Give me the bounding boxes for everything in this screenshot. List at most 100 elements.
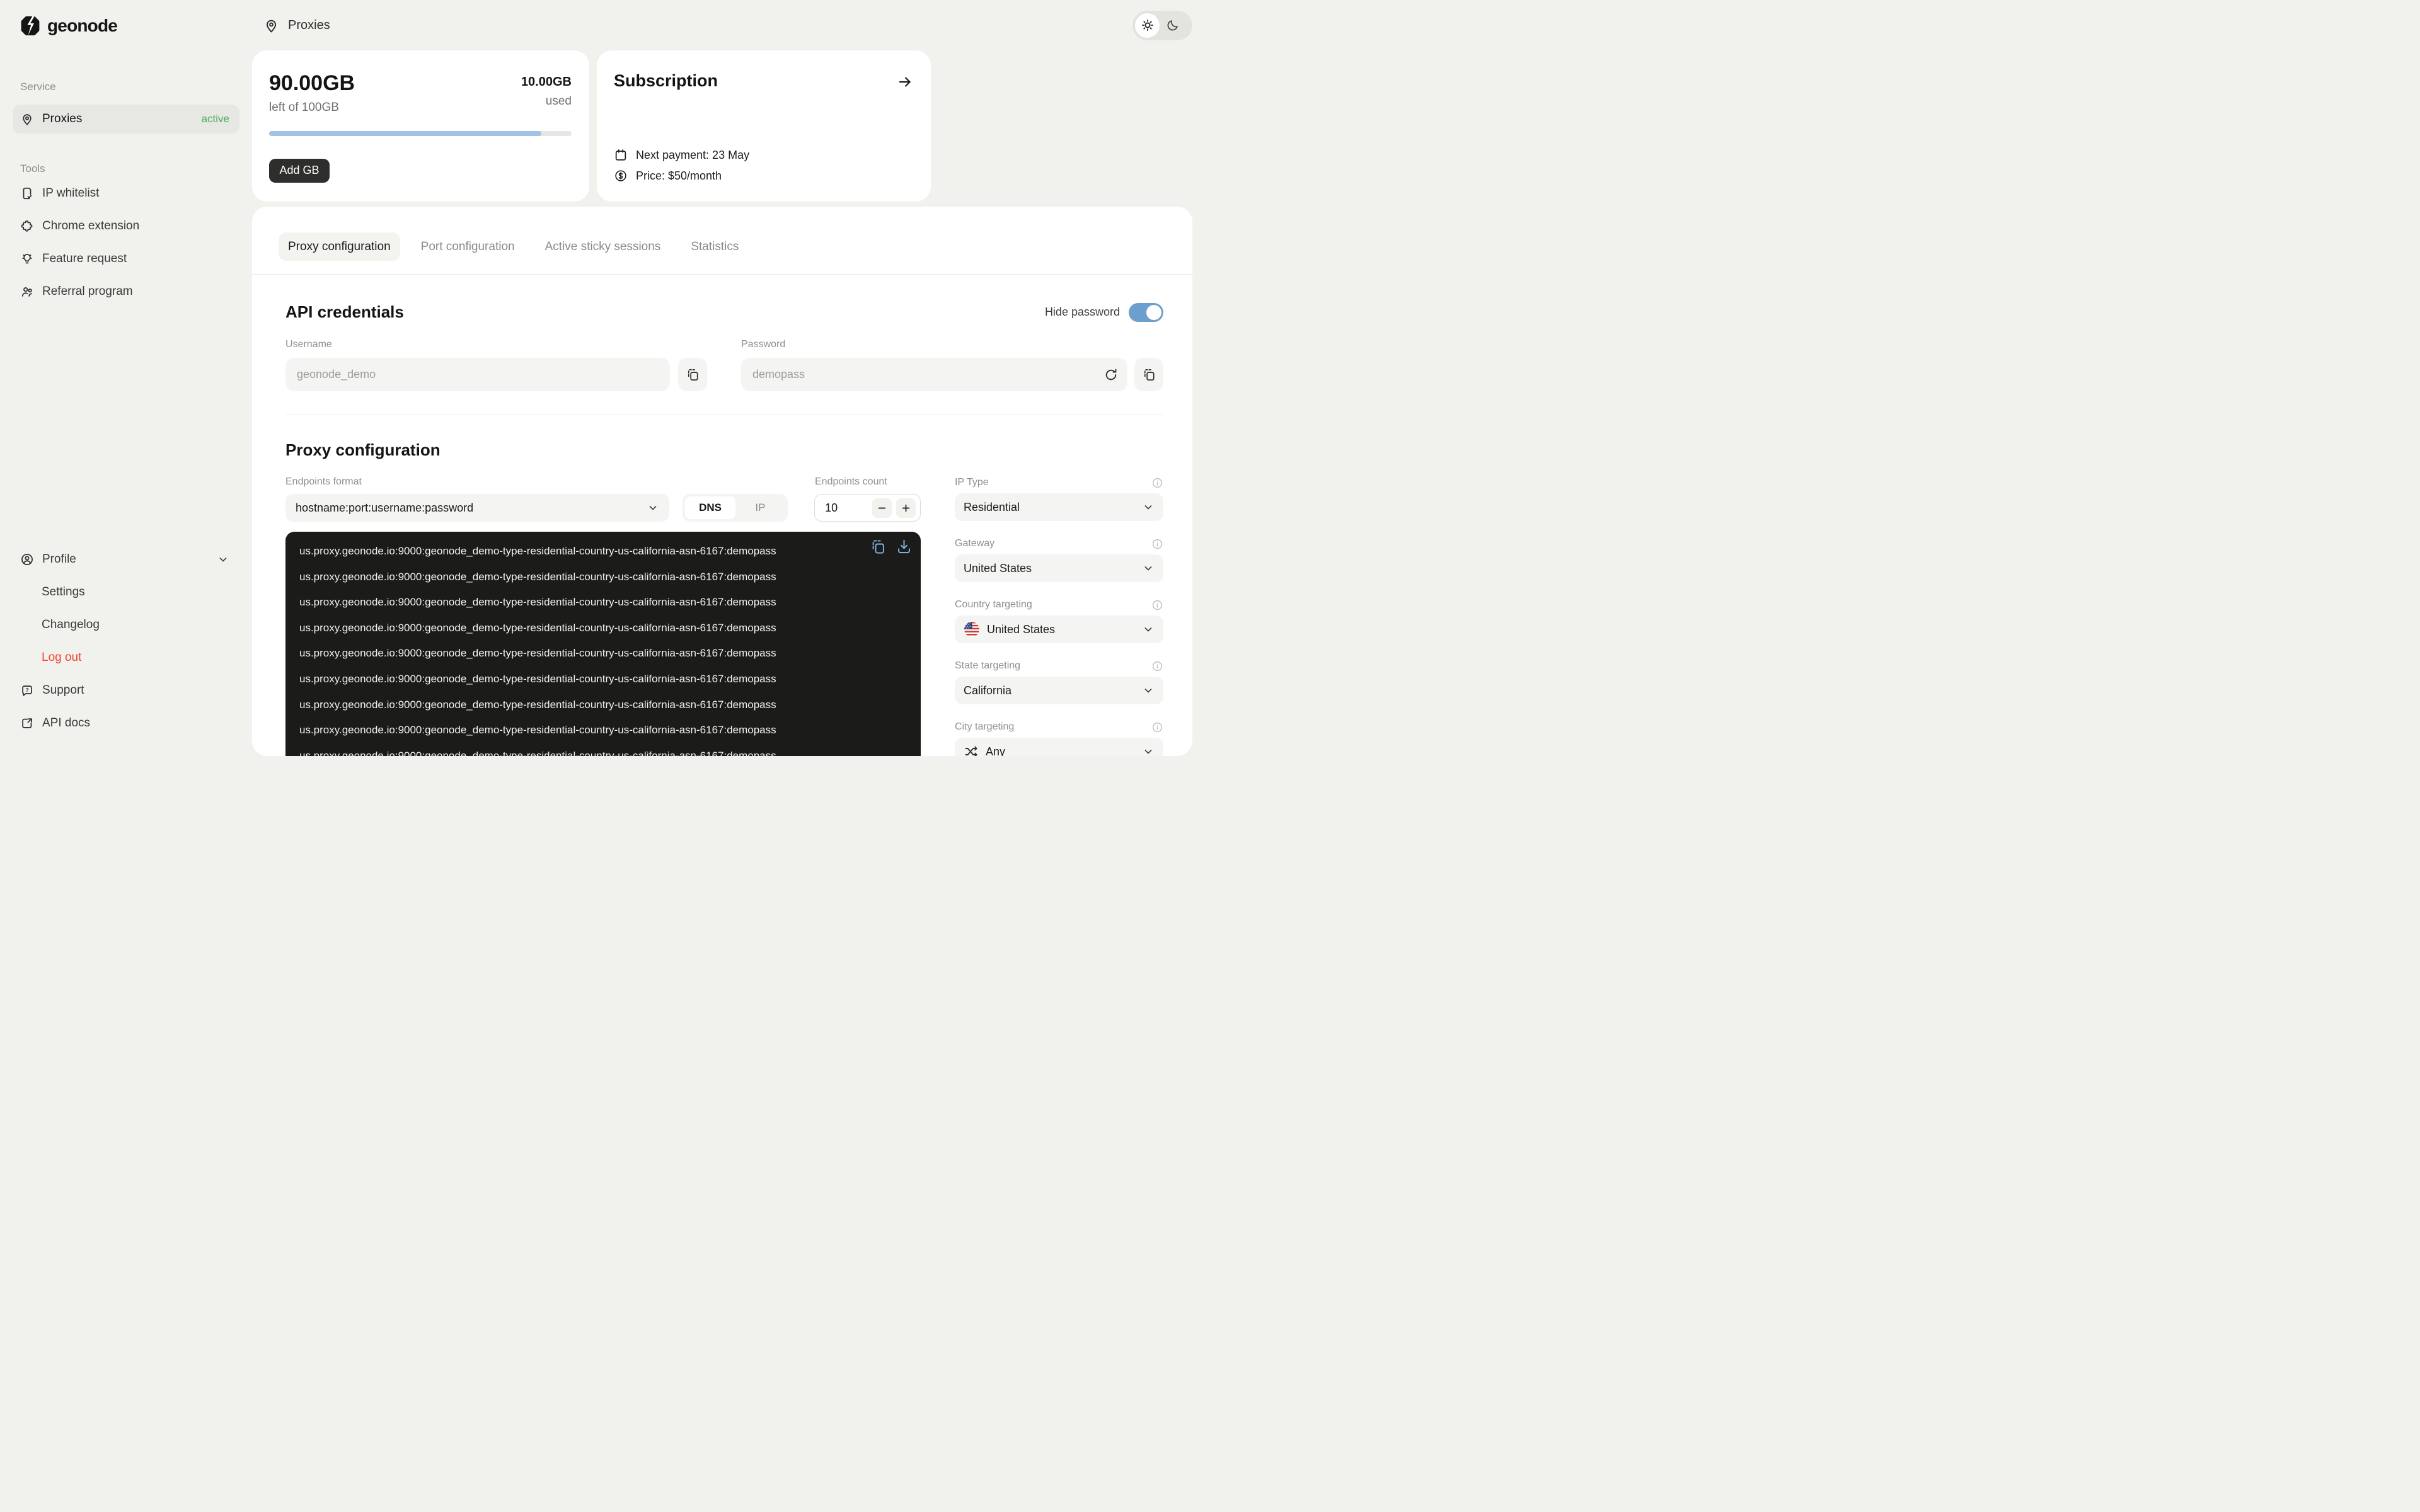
regenerate-password-icon[interactable] — [1103, 367, 1119, 382]
proxy-line: us.proxy.geonode.io:9000:geonode_demo-ty… — [299, 743, 845, 756]
svg-text:?: ? — [25, 687, 28, 693]
download-endpoints-icon[interactable] — [896, 538, 913, 555]
hide-password-toggle[interactable] — [1129, 303, 1163, 322]
remaining-caption: left of 100GB — [269, 101, 355, 115]
proxy-line: us.proxy.geonode.io:9000:geonode_demo-ty… — [299, 667, 845, 692]
add-gb-button[interactable]: Add GB — [269, 159, 330, 183]
proxy-line: us.proxy.geonode.io:9000:geonode_demo-ty… — [299, 718, 845, 743]
tab-active-sticky-sessions[interactable]: Active sticky sessions — [536, 232, 671, 261]
tab-bar: Proxy configuration Port configuration A… — [252, 207, 1192, 261]
info-icon[interactable] — [1151, 721, 1163, 733]
toggle-knob — [1146, 305, 1161, 320]
protocol-option-dns[interactable]: DNS — [685, 496, 735, 519]
country-targeting-select[interactable]: United States — [955, 616, 1163, 643]
sidebar-item-label: Changelog — [42, 618, 100, 632]
proxy-line: us.proxy.geonode.io:9000:geonode_demo-ty… — [299, 539, 845, 564]
usage-progress-bar — [269, 131, 572, 136]
topbar: Proxies — [252, 0, 1192, 50]
sidebar-item-chrome-extension[interactable]: Chrome extension — [13, 212, 239, 241]
endpoints-count-stepper: 10 — [814, 494, 921, 522]
endpoints-count-value: 10 — [825, 501, 838, 515]
city-targeting-label: City targeting — [955, 721, 1014, 733]
sidebar-section-tools: Tools — [20, 163, 239, 175]
next-payment-text: Next payment: 23 May — [636, 149, 749, 162]
tab-port-configuration[interactable]: Port configuration — [412, 232, 524, 261]
shuffle-icon — [964, 744, 979, 756]
info-icon[interactable] — [1151, 599, 1163, 611]
copy-endpoints-icon[interactable] — [870, 538, 887, 555]
sidebar-item-label: Feature request — [42, 252, 127, 266]
sidebar-item-referral-program[interactable]: Referral program — [13, 277, 239, 306]
usage-progress-fill — [269, 131, 541, 136]
ip-type-value: Residential — [964, 501, 1020, 514]
sidebar-item-profile[interactable]: Profile — [13, 545, 239, 574]
endpoints-format-select[interactable]: hostname:port:username:password — [285, 494, 669, 522]
arrow-right-icon[interactable] — [897, 74, 913, 90]
sidebar-item-label: IP whitelist — [42, 186, 99, 200]
breadcrumb: Proxies — [263, 18, 330, 33]
sidebar-item-changelog[interactable]: Changelog — [13, 610, 239, 639]
sidebar-item-label: Proxies — [42, 112, 82, 126]
protocol-option-ip[interactable]: IP — [735, 496, 785, 519]
remaining-block: 90.00GB left of 100GB — [269, 71, 355, 115]
proxy-endpoints-output: us.proxy.geonode.io:9000:geonode_demo-ty… — [285, 532, 921, 756]
external-link-icon — [20, 716, 34, 730]
brand-logo[interactable]: geonode — [19, 14, 239, 38]
password-field[interactable]: demopass — [741, 358, 1127, 391]
used-caption: used — [521, 94, 572, 108]
copy-password-button[interactable] — [1134, 358, 1163, 391]
chevron-down-icon — [1142, 562, 1155, 575]
username-label: Username — [285, 339, 707, 350]
price-text: Price: $50/month — [636, 169, 722, 183]
state-targeting-select[interactable]: California — [955, 677, 1163, 704]
calendar-icon — [614, 148, 628, 162]
sidebar-section-service: Service — [20, 81, 239, 93]
proxy-line-list: us.proxy.geonode.io:9000:geonode_demo-ty… — [299, 539, 845, 756]
theme-toggle[interactable] — [1132, 11, 1192, 40]
sidebar-item-support[interactable]: ? Support — [13, 676, 239, 705]
sidebar-item-label: API docs — [42, 716, 90, 730]
info-icon[interactable] — [1151, 477, 1163, 489]
info-icon[interactable] — [1151, 538, 1163, 550]
city-targeting-value: Any — [986, 745, 1005, 757]
proxy-configuration-title: Proxy configuration — [285, 440, 1163, 460]
city-targeting-select[interactable]: Any — [955, 738, 1163, 756]
price-row: Price: $50/month — [614, 169, 913, 183]
sidebar-item-label: Profile — [42, 553, 76, 566]
ip-type-group: IP Type Residential — [955, 476, 1163, 521]
chevron-down-icon — [1142, 501, 1155, 513]
gateway-select[interactable]: United States — [955, 554, 1163, 582]
sidebar-item-settings[interactable]: Settings — [13, 578, 239, 607]
country-targeting-label: Country targeting — [955, 599, 1032, 610]
summary-cards: 90.00GB left of 100GB 10.00GB used Add G… — [252, 50, 1192, 202]
light-theme-button[interactable] — [1135, 13, 1160, 38]
used-value: 10.00GB — [521, 75, 572, 89]
sidebar-item-feature-request[interactable]: Feature request — [13, 244, 239, 273]
increment-button[interactable] — [896, 498, 916, 518]
dark-theme-button[interactable] — [1160, 13, 1184, 38]
copy-icon — [686, 367, 700, 382]
sidebar-item-proxies[interactable]: Proxies active — [13, 105, 239, 134]
hide-password-label: Hide password — [1045, 306, 1120, 319]
protocol-segmented-control: DNS IP — [683, 494, 788, 522]
password-value: demopass — [752, 368, 805, 381]
tab-proxy-configuration[interactable]: Proxy configuration — [279, 232, 400, 261]
document-check-icon — [20, 186, 34, 200]
api-credentials-title: API credentials — [285, 302, 404, 322]
sidebar-item-logout[interactable]: Log out — [13, 643, 239, 672]
copy-username-button[interactable] — [678, 358, 707, 391]
info-icon[interactable] — [1151, 660, 1163, 672]
people-icon — [20, 285, 34, 299]
sun-icon — [1141, 18, 1155, 32]
password-label: Password — [741, 339, 1163, 350]
status-badge: active — [202, 113, 229, 125]
username-field[interactable]: geonode_demo — [285, 358, 670, 391]
proxy-line: us.proxy.geonode.io:9000:geonode_demo-ty… — [299, 590, 845, 616]
usage-card: 90.00GB left of 100GB 10.00GB used Add G… — [252, 50, 589, 202]
decrement-button[interactable] — [872, 498, 892, 518]
tab-statistics[interactable]: Statistics — [681, 232, 748, 261]
ip-type-select[interactable]: Residential — [955, 493, 1163, 521]
sidebar-item-api-docs[interactable]: API docs — [13, 709, 239, 738]
sidebar-item-ip-whitelist[interactable]: IP whitelist — [13, 179, 239, 208]
user-circle-icon — [20, 553, 34, 566]
